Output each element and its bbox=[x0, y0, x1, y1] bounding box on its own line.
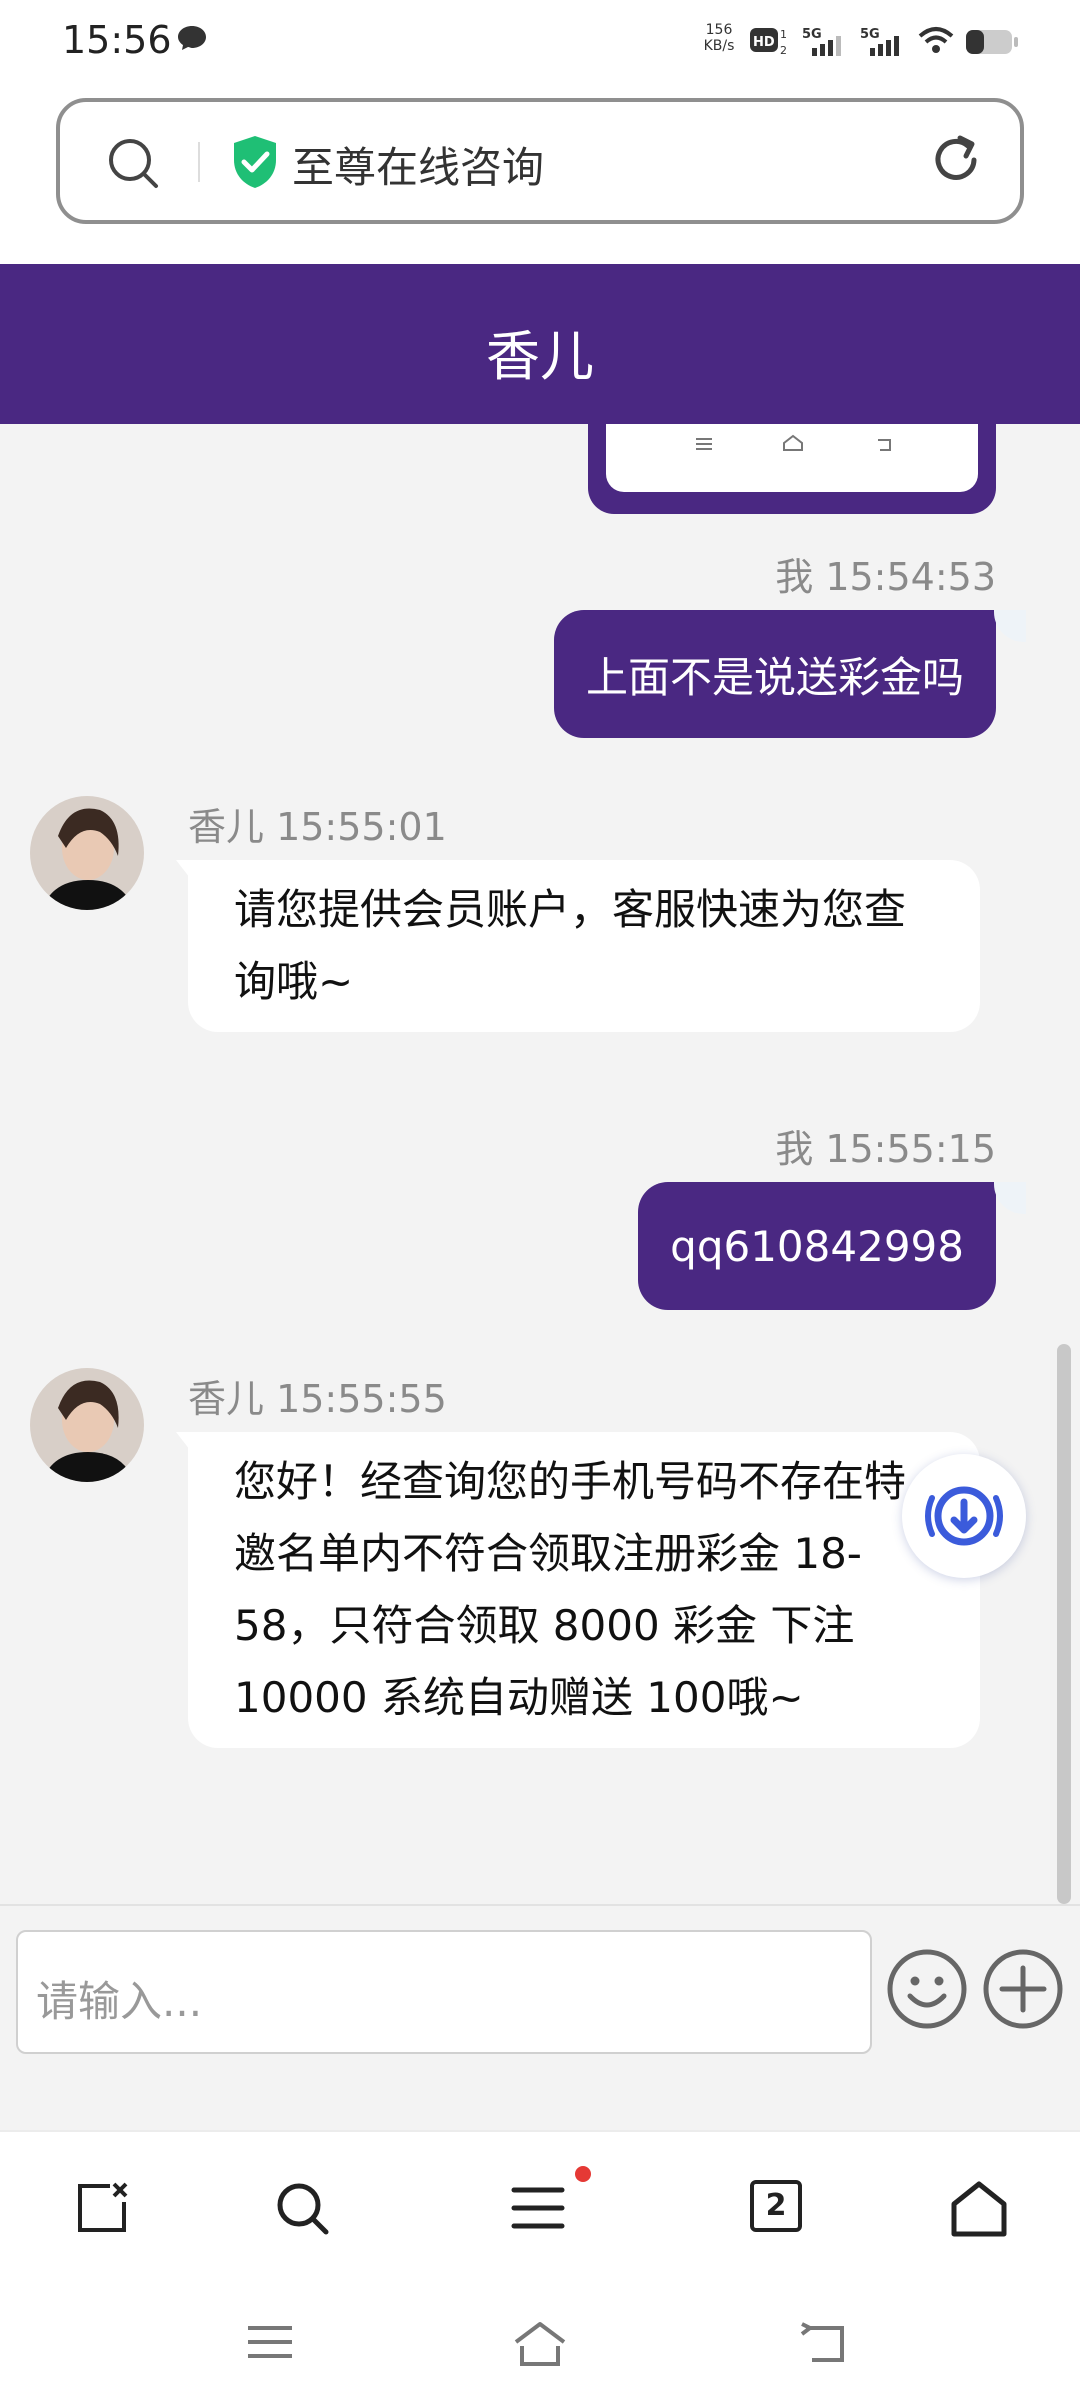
download-icon bbox=[925, 1486, 1003, 1546]
notification-dot bbox=[575, 2166, 591, 2182]
chat-header: 香儿 bbox=[0, 264, 1080, 424]
signal-1-icon: 5G bbox=[802, 27, 841, 56]
home-icon[interactable] bbox=[950, 2180, 1008, 2238]
search-icon[interactable] bbox=[274, 2180, 330, 2236]
message-meta: 我 15:54:53 bbox=[775, 555, 996, 599]
status-bar: 15:56 156 KB/s HD 1 2 5G 5G bbox=[0, 0, 1080, 90]
avatar[interactable] bbox=[30, 796, 144, 910]
message-icon bbox=[178, 26, 206, 50]
net-speed: 156 KB/s bbox=[703, 22, 735, 54]
bubble-tail bbox=[176, 1432, 190, 1450]
menu-icon bbox=[696, 438, 712, 450]
outgoing-message-bubble[interactable]: 上面不是说送彩金吗 bbox=[553, 610, 1026, 738]
shield-icon bbox=[234, 136, 276, 188]
signal-2-icon: 5G bbox=[860, 27, 899, 56]
close-tab-icon[interactable] bbox=[74, 2180, 130, 2236]
message-input-placeholder: 请输入... bbox=[36, 1977, 203, 2026]
message-text: 您好！经查询您的手机号码不存在特邀名单内不符合领取注册彩金 18-58，只符合领… bbox=[234, 1457, 907, 1722]
address-bar[interactable]: 至尊在线咨询 bbox=[56, 98, 1024, 224]
message-input-bar: 请输入... bbox=[0, 1904, 1080, 2130]
screenshot-image-content bbox=[606, 424, 978, 492]
incoming-message-bubble[interactable]: 您好！经查询您的手机号码不存在特邀名单内不符合领取注册彩金 18-58，只符合领… bbox=[176, 1432, 980, 1748]
chat-title: 香儿 bbox=[486, 325, 594, 388]
avatar-image bbox=[30, 1368, 144, 1482]
reload-icon[interactable] bbox=[928, 132, 984, 188]
screenshot-image-message[interactable] bbox=[588, 424, 996, 514]
plus-icon[interactable] bbox=[982, 1948, 1064, 2030]
outgoing-message-bubble[interactable]: qq610842998 bbox=[638, 1182, 1026, 1310]
browser-toolbar: 2 bbox=[0, 2130, 1080, 2280]
battery-icon bbox=[966, 30, 1018, 54]
svg-text:1: 1 bbox=[780, 28, 787, 41]
message-text: qq610842998 bbox=[670, 1221, 964, 1271]
home-icon bbox=[783, 434, 803, 451]
home-icon[interactable] bbox=[512, 2320, 568, 2368]
status-time: 15:56 bbox=[62, 18, 172, 62]
message-meta: 香儿 15:55:55 bbox=[188, 1377, 447, 1421]
emoji-icon[interactable] bbox=[886, 1948, 968, 2030]
incoming-message-bubble[interactable]: 请您提供会员账户，客服快速为您查询哦~ bbox=[176, 860, 980, 1032]
message-text: 请您提供会员账户，客服快速为您查询哦~ bbox=[234, 885, 907, 1006]
divider bbox=[198, 142, 200, 182]
wifi-icon bbox=[918, 27, 954, 53]
chat-scrollbar[interactable] bbox=[1057, 1344, 1071, 1904]
message-input[interactable]: 请输入... bbox=[16, 1930, 872, 2054]
hd-icon: HD 1 2 bbox=[750, 28, 787, 57]
bubble-tail bbox=[176, 860, 190, 878]
svg-text:HD: HD bbox=[753, 35, 775, 50]
search-icon[interactable] bbox=[106, 136, 160, 190]
svg-text:5G: 5G bbox=[802, 27, 822, 42]
message-meta: 香儿 15:55:01 bbox=[188, 805, 447, 849]
avatar-image bbox=[30, 796, 144, 910]
message-meta: 我 15:55:15 bbox=[775, 1127, 996, 1171]
menu-icon[interactable] bbox=[244, 2320, 296, 2364]
site-title: 至尊在线咨询 bbox=[292, 143, 545, 192]
message-text: 上面不是说送彩金吗 bbox=[585, 652, 964, 702]
browser-top-bar: 至尊在线咨询 bbox=[0, 90, 1080, 264]
floating-download-button[interactable] bbox=[902, 1454, 1026, 1578]
menu-icon[interactable] bbox=[510, 2180, 566, 2236]
back-icon bbox=[878, 439, 891, 451]
avatar[interactable] bbox=[30, 1368, 144, 1482]
bubble-tail bbox=[994, 610, 1026, 642]
svg-text:5G: 5G bbox=[860, 27, 880, 42]
tabs-icon[interactable]: 2 bbox=[750, 2180, 802, 2232]
chat-message-list[interactable]: 我 15:54:53 上面不是说送彩金吗 香儿 15:55:01 请您提供会员账… bbox=[0, 424, 1080, 1904]
bubble-tail bbox=[994, 1182, 1026, 1214]
back-icon[interactable] bbox=[798, 2320, 850, 2368]
system-nav-bar bbox=[0, 2280, 1080, 2408]
svg-text:2: 2 bbox=[780, 44, 787, 57]
